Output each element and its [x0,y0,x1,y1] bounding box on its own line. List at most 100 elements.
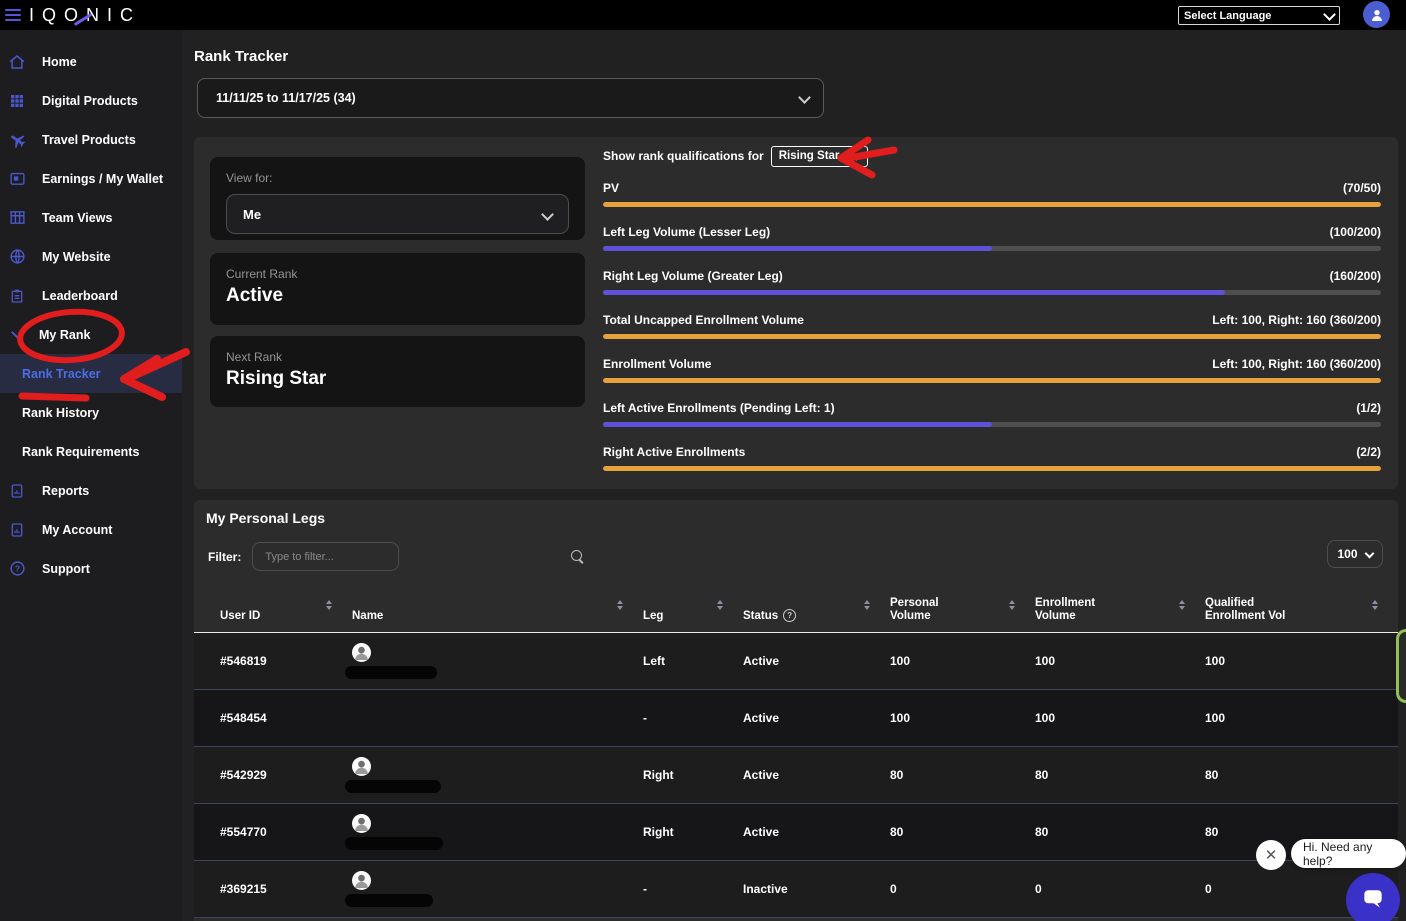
progress-right-active-enrollments: Right Active Enrollments(2/2) [603,446,1381,471]
language-select[interactable]: Select Language [1178,6,1340,25]
next-rank-card: Next Rank Rising Star [210,336,585,407]
sidebar-item-my-rank[interactable]: My Rank [0,315,182,354]
progress-left-active-enrollments: Left Active Enrollments (Pending Left: 1… [603,402,1381,427]
my-personal-legs-panel: My Personal Legs Filter: 100 User ID Nam… [194,500,1398,921]
qualifications-column: Show rank qualifications for Rising Star… [603,145,1381,490]
redacted-name [345,894,433,907]
svg-text:?: ? [14,563,19,573]
sort-personal-volume[interactable] [1009,600,1015,610]
chevron-down-icon [541,208,554,221]
page-title: Rank Tracker [194,48,288,65]
question-icon: ? [8,560,26,578]
user-avatar[interactable] [1363,1,1390,28]
rank-qualification-select[interactable]: Rising Star [771,146,869,167]
chat-launcher-button[interactable] [1346,873,1400,921]
cell-status: Active [743,711,890,725]
cell-status: Inactive [743,882,890,896]
sidebar-item-support[interactable]: ? Support [0,549,182,588]
cell-personal-volume: 80 [890,768,1035,782]
sort-name[interactable] [617,600,623,610]
sort-user-id[interactable] [326,600,332,610]
sidebar-item-rank-tracker[interactable]: Rank Tracker [0,354,182,393]
cell-leg: - [643,711,743,725]
cell-user-id: #548454 [194,711,352,725]
sidebar-item-digital-products[interactable]: Digital Products [0,81,182,120]
chevron-down-icon [1364,548,1374,558]
status-help-icon[interactable]: ? [783,609,796,622]
clipboard-icon [8,287,26,305]
sidebar-item-reports[interactable]: Reports [0,471,182,510]
date-range-select[interactable]: 11/11/25 to 11/17/25 (34) [197,78,824,118]
avatar-icon [352,643,371,662]
progress-bar [603,422,1381,427]
sidebar-item-home[interactable]: Home [0,42,182,81]
view-for-value: Me [243,207,261,222]
table-row: #542929 Right Active 80 80 80 [194,746,1398,803]
view-for-label: View for: [226,171,569,185]
qualifications-label: Show rank qualifications for [603,149,764,163]
sidebar-item-team-views[interactable]: Team Views [0,198,182,237]
progress-bar [603,378,1381,383]
sidebar-item-my-website[interactable]: My Website [0,237,182,276]
plane-icon [8,131,26,149]
language-select-value: Select Language [1184,10,1271,22]
hamburger-menu-icon[interactable] [5,9,21,21]
home-icon [8,53,26,71]
sort-leg[interactable] [717,600,723,610]
rank-qualifications-panel: View for: Me Current Rank Active Next Ra… [194,137,1398,489]
per-page-select[interactable]: 100 [1327,540,1383,568]
per-page-value: 100 [1337,547,1357,561]
report-icon [8,482,26,500]
progress-enrollment-volume: Enrollment VolumeLeft: 100, Right: 160 (… [603,358,1381,383]
sidebar: Home Digital Products Travel Products Ea… [0,30,182,921]
view-for-select[interactable]: Me [226,194,569,234]
next-rank-label: Next Rank [226,350,569,364]
progress-left-leg-volume: Left Leg Volume (Lesser Leg)(100/200) [603,226,1381,251]
filter-row: Filter: [208,542,399,571]
chat-greeting[interactable]: Hi. Need any help? [1291,839,1406,868]
cell-name [352,711,643,725]
view-for-card: View for: Me [210,157,585,240]
sidebar-item-rank-requirements[interactable]: Rank Requirements [0,432,182,471]
sort-qualified-enrollment-vol[interactable] [1372,600,1378,610]
progress-right-leg-volume: Right Leg Volume (Greater Leg)(160/200) [603,270,1381,295]
search-icon [571,550,582,561]
redacted-name [345,711,353,725]
cell-status: Active [743,825,890,839]
sidebar-item-earnings-wallet[interactable]: Earnings / My Wallet [0,159,182,198]
sidebar-item-leaderboard[interactable]: Leaderboard [0,276,182,315]
sidebar-item-rank-history[interactable]: Rank History [0,393,182,432]
cell-personal-volume: 100 [890,654,1035,668]
feedback-edge-tab[interactable] [1396,629,1406,703]
chevron-down-icon [1323,8,1336,21]
avatar-icon [352,814,371,833]
personal-legs-title: My Personal Legs [206,510,325,526]
globe-icon [8,248,26,266]
cell-name [352,871,643,907]
avatar-icon [352,757,371,776]
current-rank-card: Current Rank Active [210,253,585,325]
cell-status: Active [743,654,890,668]
sidebar-item-my-account[interactable]: My Account [0,510,182,549]
chat-close-button[interactable]: ✕ [1256,840,1286,870]
filter-input[interactable] [252,542,399,571]
wallet-icon [8,170,26,188]
cell-status: Active [743,768,890,782]
cell-enrollment-volume: 0 [1035,882,1205,896]
main-content: Rank Tracker 11/11/25 to 11/17/25 (34) V… [182,30,1406,921]
redacted-name [345,666,437,679]
table-row: #369215 - Inactive 0 0 0 [194,860,1398,918]
sort-status[interactable] [864,600,870,610]
sidebar-item-travel-products[interactable]: Travel Products [0,120,182,159]
cell-personal-volume: 0 [890,882,1035,896]
table-icon [8,209,26,227]
cell-qualified-enrollment-vol: 100 [1205,654,1398,668]
sort-enrollment-volume[interactable] [1179,600,1185,610]
table-body: #546819 Left Active 100 100 100 #548454 [194,632,1398,918]
cell-user-id: #554770 [194,825,352,839]
rank-qualification-value: Rising Star [779,150,840,162]
current-rank-value: Active [226,285,569,307]
cell-name [352,643,643,679]
cell-qualified-enrollment-vol: 80 [1205,825,1398,839]
cell-personal-volume: 100 [890,711,1035,725]
